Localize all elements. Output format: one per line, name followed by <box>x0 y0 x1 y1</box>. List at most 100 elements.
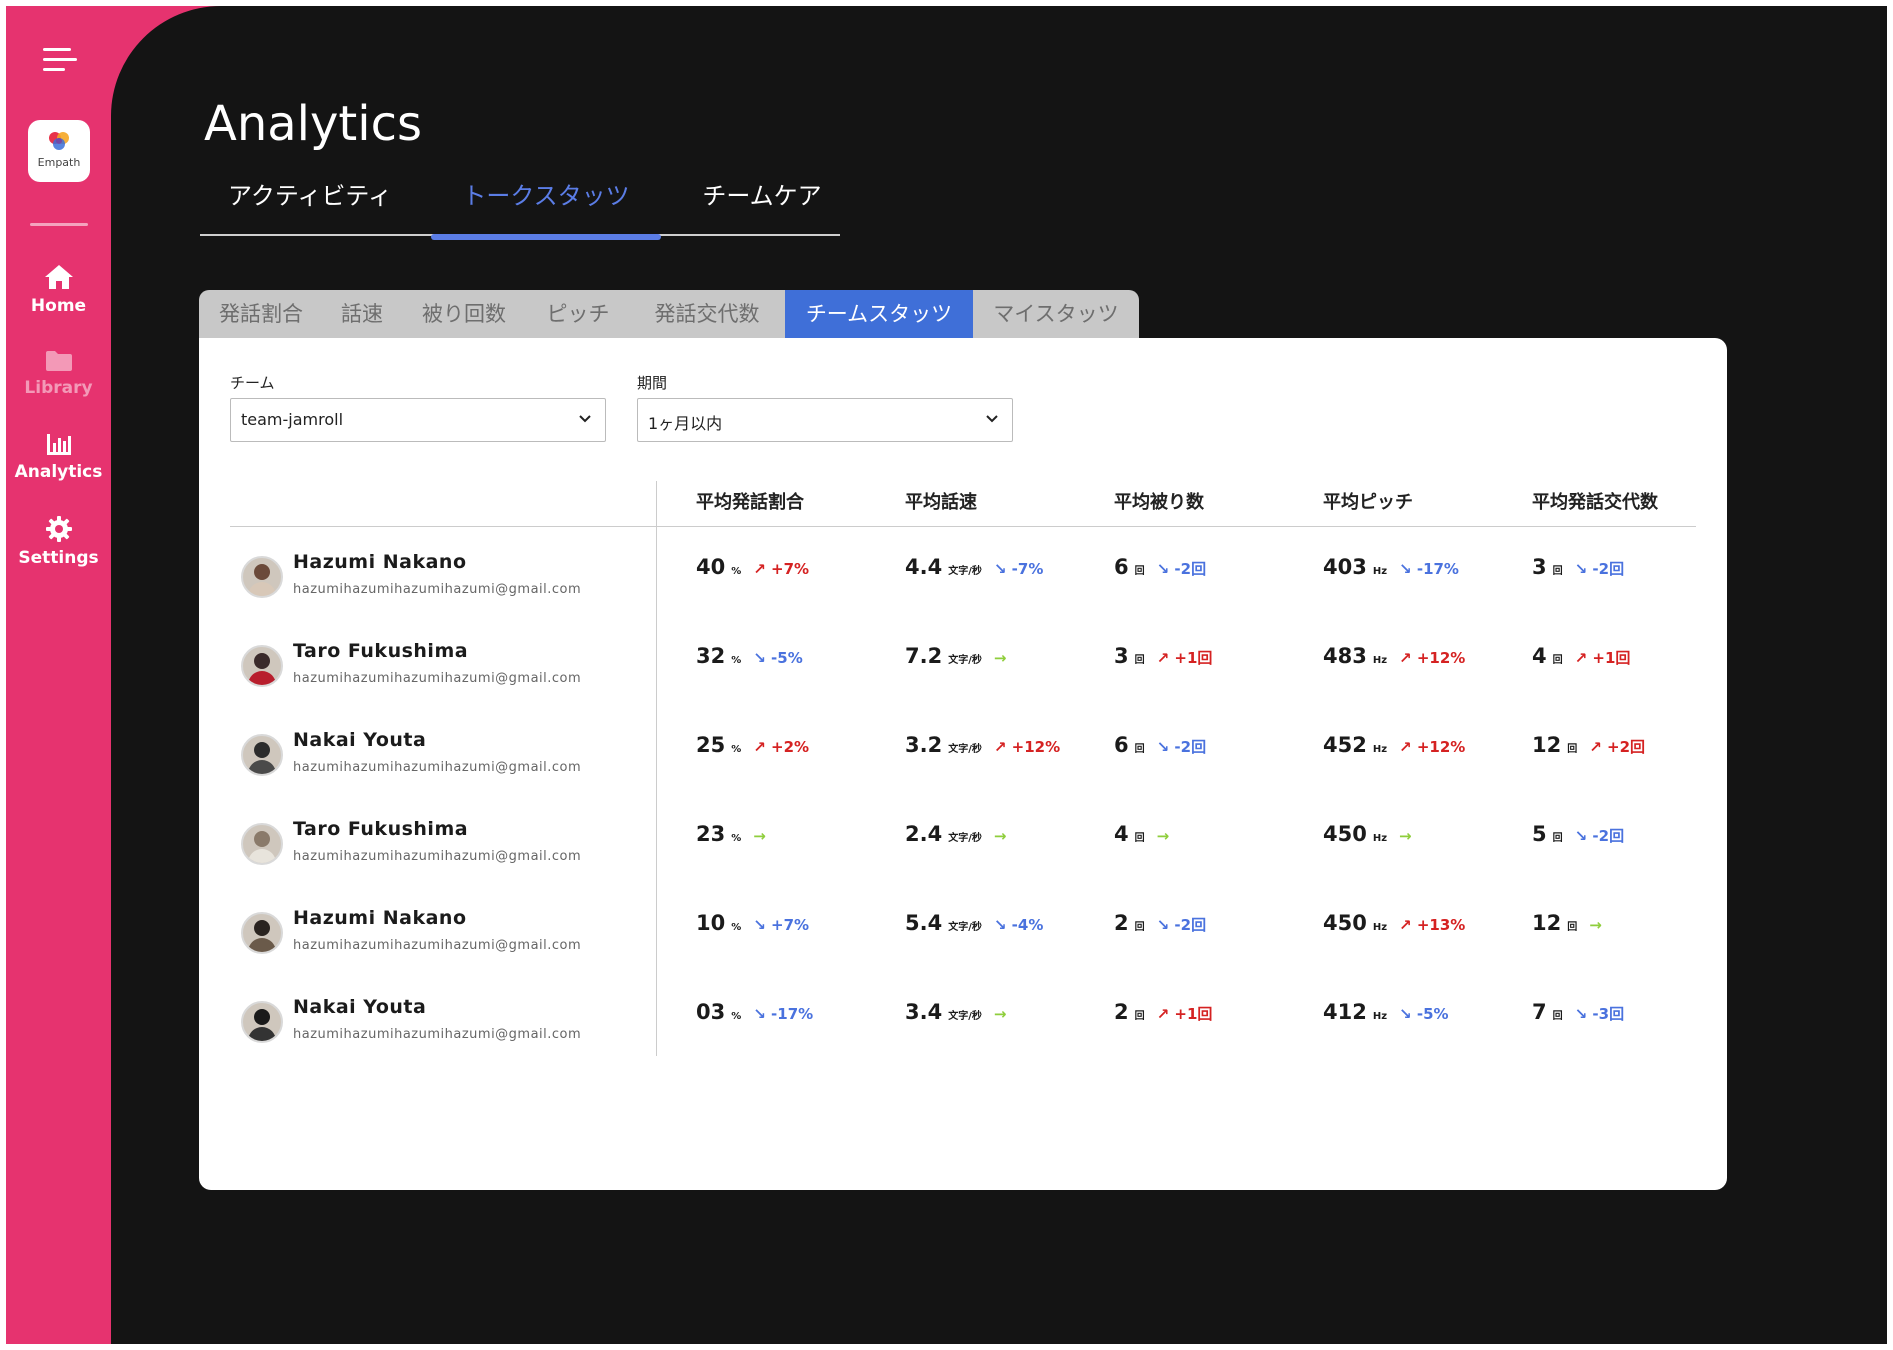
stat-value: 2.4 <box>905 822 943 846</box>
stat-value: 2 <box>1114 911 1129 935</box>
active-tab-indicator <box>431 234 661 240</box>
stat-cell: 2 回 ↗ +1回 <box>1114 1000 1212 1024</box>
trend-delta: ↗ +7% <box>753 560 810 578</box>
member-email: hazumihazumihazumihazumi@gmail.com <box>293 582 582 597</box>
stat-value: 4.4 <box>905 555 943 579</box>
trend-delta: → <box>1399 827 1412 845</box>
header-divider <box>230 526 1696 527</box>
stat-value: 3 <box>1114 644 1129 668</box>
tab-activity[interactable]: アクティビティ <box>210 176 410 211</box>
stat-cell: 3 回 ↘ -2回 <box>1532 555 1624 579</box>
period-select-value: 1ヶ月以内 <box>648 414 723 433</box>
table-row[interactable]: Hazumi Nakano hazumihazumihazumihazumi@gm… <box>199 551 1727 640</box>
trend-delta: → <box>993 1005 1007 1023</box>
table-row[interactable]: Nakai Youta hazumihazumihazumihazumi@gmai… <box>199 729 1727 818</box>
stat-value: 3.2 <box>905 733 943 757</box>
stat-unit: % <box>731 922 742 933</box>
stat-unit: 回 <box>1552 1011 1563 1022</box>
sidebar-item-label: Settings <box>18 548 99 568</box>
team-filter-label: チーム <box>230 374 275 392</box>
stat-cell: 3 回 ↗ +1回 <box>1114 644 1212 668</box>
avatar <box>241 556 283 598</box>
stat-cell: 2.4 文字/秒 → <box>905 822 1006 846</box>
tab-talk-stats[interactable]: トークスタッツ <box>431 176 661 211</box>
sidebar-item-settings[interactable]: Settings <box>6 516 111 568</box>
stat-cell: 12 回 ↗ +2回 <box>1532 733 1645 757</box>
trend-delta: ↗ +12% <box>1399 649 1466 667</box>
stat-value: 4 <box>1532 644 1547 668</box>
stat-value: 03 <box>696 1000 726 1024</box>
subtab-team-stats[interactable]: チームスタッツ <box>785 290 973 338</box>
stat-unit: 文字/秒 <box>948 1011 982 1022</box>
sidebar-item-library[interactable]: Library <box>6 350 111 398</box>
trend-delta: → <box>993 649 1007 667</box>
stat-unit: 回 <box>1134 566 1145 577</box>
menu-icon[interactable] <box>43 46 77 76</box>
sidebar-divider <box>30 223 88 226</box>
stat-value: 12 <box>1532 911 1562 935</box>
app-logo[interactable]: Empath <box>28 120 90 182</box>
stat-unit: Hz <box>1372 744 1388 755</box>
avatar <box>241 645 283 687</box>
stat-unit: % <box>731 566 742 577</box>
stat-value: 32 <box>696 644 726 668</box>
table-row[interactable]: Taro Fukushima hazumihazumihazumihazumi@g… <box>199 818 1727 907</box>
stat-value: 12 <box>1532 733 1562 757</box>
trend-delta: ↘ -7% <box>993 560 1044 578</box>
subtab-overlap-count[interactable]: 被り回数 <box>401 290 527 338</box>
stat-cell: 412 Hz ↘ -5% <box>1323 1000 1449 1024</box>
sidebar-item-home[interactable]: Home <box>6 264 111 316</box>
subtab-my-stats[interactable]: マイスタッツ <box>973 290 1139 338</box>
member-name: Nakai Youta <box>293 996 427 1018</box>
stat-value: 6 <box>1114 733 1129 757</box>
stat-unit: 回 <box>1134 744 1145 755</box>
sidebar-item-analytics[interactable]: Analytics <box>6 432 111 482</box>
column-header: 平均発話割合 <box>696 492 804 513</box>
main-content: Analytics アクティビティ トークスタッツ チームケア 発話割合 話速 … <box>111 6 1887 1344</box>
logo-text: Empath <box>37 156 81 169</box>
column-header: 平均話速 <box>905 492 977 513</box>
member-email: hazumihazumihazumihazumi@gmail.com <box>293 1027 582 1042</box>
stat-value: 412 <box>1323 1000 1367 1024</box>
member-email: hazumihazumihazumihazumi@gmail.com <box>293 849 582 864</box>
stat-unit: Hz <box>1372 922 1388 933</box>
stat-unit: 文字/秒 <box>948 922 982 933</box>
stat-unit: 回 <box>1134 922 1145 933</box>
stat-value: 7.2 <box>905 644 943 668</box>
subtab-turn-taking[interactable]: 発話交代数 <box>629 290 785 338</box>
top-tab-bar: アクティビティ トークスタッツ チームケア <box>200 168 842 240</box>
team-select[interactable]: team-jamroll <box>230 398 606 442</box>
stat-unit: 回 <box>1567 744 1578 755</box>
trend-delta: → <box>1156 827 1170 845</box>
gear-icon <box>45 516 72 542</box>
stat-value: 2 <box>1114 1000 1129 1024</box>
stat-value: 4 <box>1114 822 1129 846</box>
stat-unit: % <box>731 655 742 666</box>
column-header: 平均発話交代数 <box>1532 492 1658 513</box>
stat-unit: 回 <box>1552 833 1563 844</box>
subtab-speech-speed[interactable]: 話速 <box>323 290 401 338</box>
stat-cell: 403 Hz ↘ -17% <box>1323 555 1459 579</box>
stat-value: 5 <box>1532 822 1547 846</box>
stat-unit: 回 <box>1134 1011 1145 1022</box>
stat-cell: 450 Hz → <box>1323 822 1412 846</box>
tab-team-care[interactable]: チームケア <box>682 176 842 211</box>
subtab-pitch[interactable]: ピッチ <box>527 290 629 338</box>
table-row[interactable]: Taro Fukushima hazumihazumihazumihazumi@g… <box>199 640 1727 729</box>
member-email: hazumihazumihazumihazumi@gmail.com <box>293 938 582 953</box>
team-select-value: team-jamroll <box>241 410 344 429</box>
chevron-down-icon <box>986 415 998 423</box>
team-stats-panel: チーム team-jamroll 期間 1ヶ月以内 平均発話割合 平均話速 平均… <box>199 338 1727 1190</box>
member-name: Nakai Youta <box>293 729 427 751</box>
column-header: 平均ピッチ <box>1323 492 1413 513</box>
stat-unit: Hz <box>1372 833 1388 844</box>
subtab-speech-ratio[interactable]: 発話割合 <box>199 290 323 338</box>
table-row[interactable]: Nakai Youta hazumihazumihazumihazumi@gmai… <box>199 996 1727 1085</box>
stat-value: 452 <box>1323 733 1367 757</box>
period-select[interactable]: 1ヶ月以内 <box>637 398 1013 442</box>
chevron-down-icon <box>579 415 591 423</box>
stat-value: 25 <box>696 733 726 757</box>
trend-delta: ↘ -2回 <box>1574 827 1625 845</box>
stat-cell: 7 回 ↘ -3回 <box>1532 1000 1624 1024</box>
table-row[interactable]: Hazumi Nakano hazumihazumihazumihazumi@gm… <box>199 907 1727 996</box>
